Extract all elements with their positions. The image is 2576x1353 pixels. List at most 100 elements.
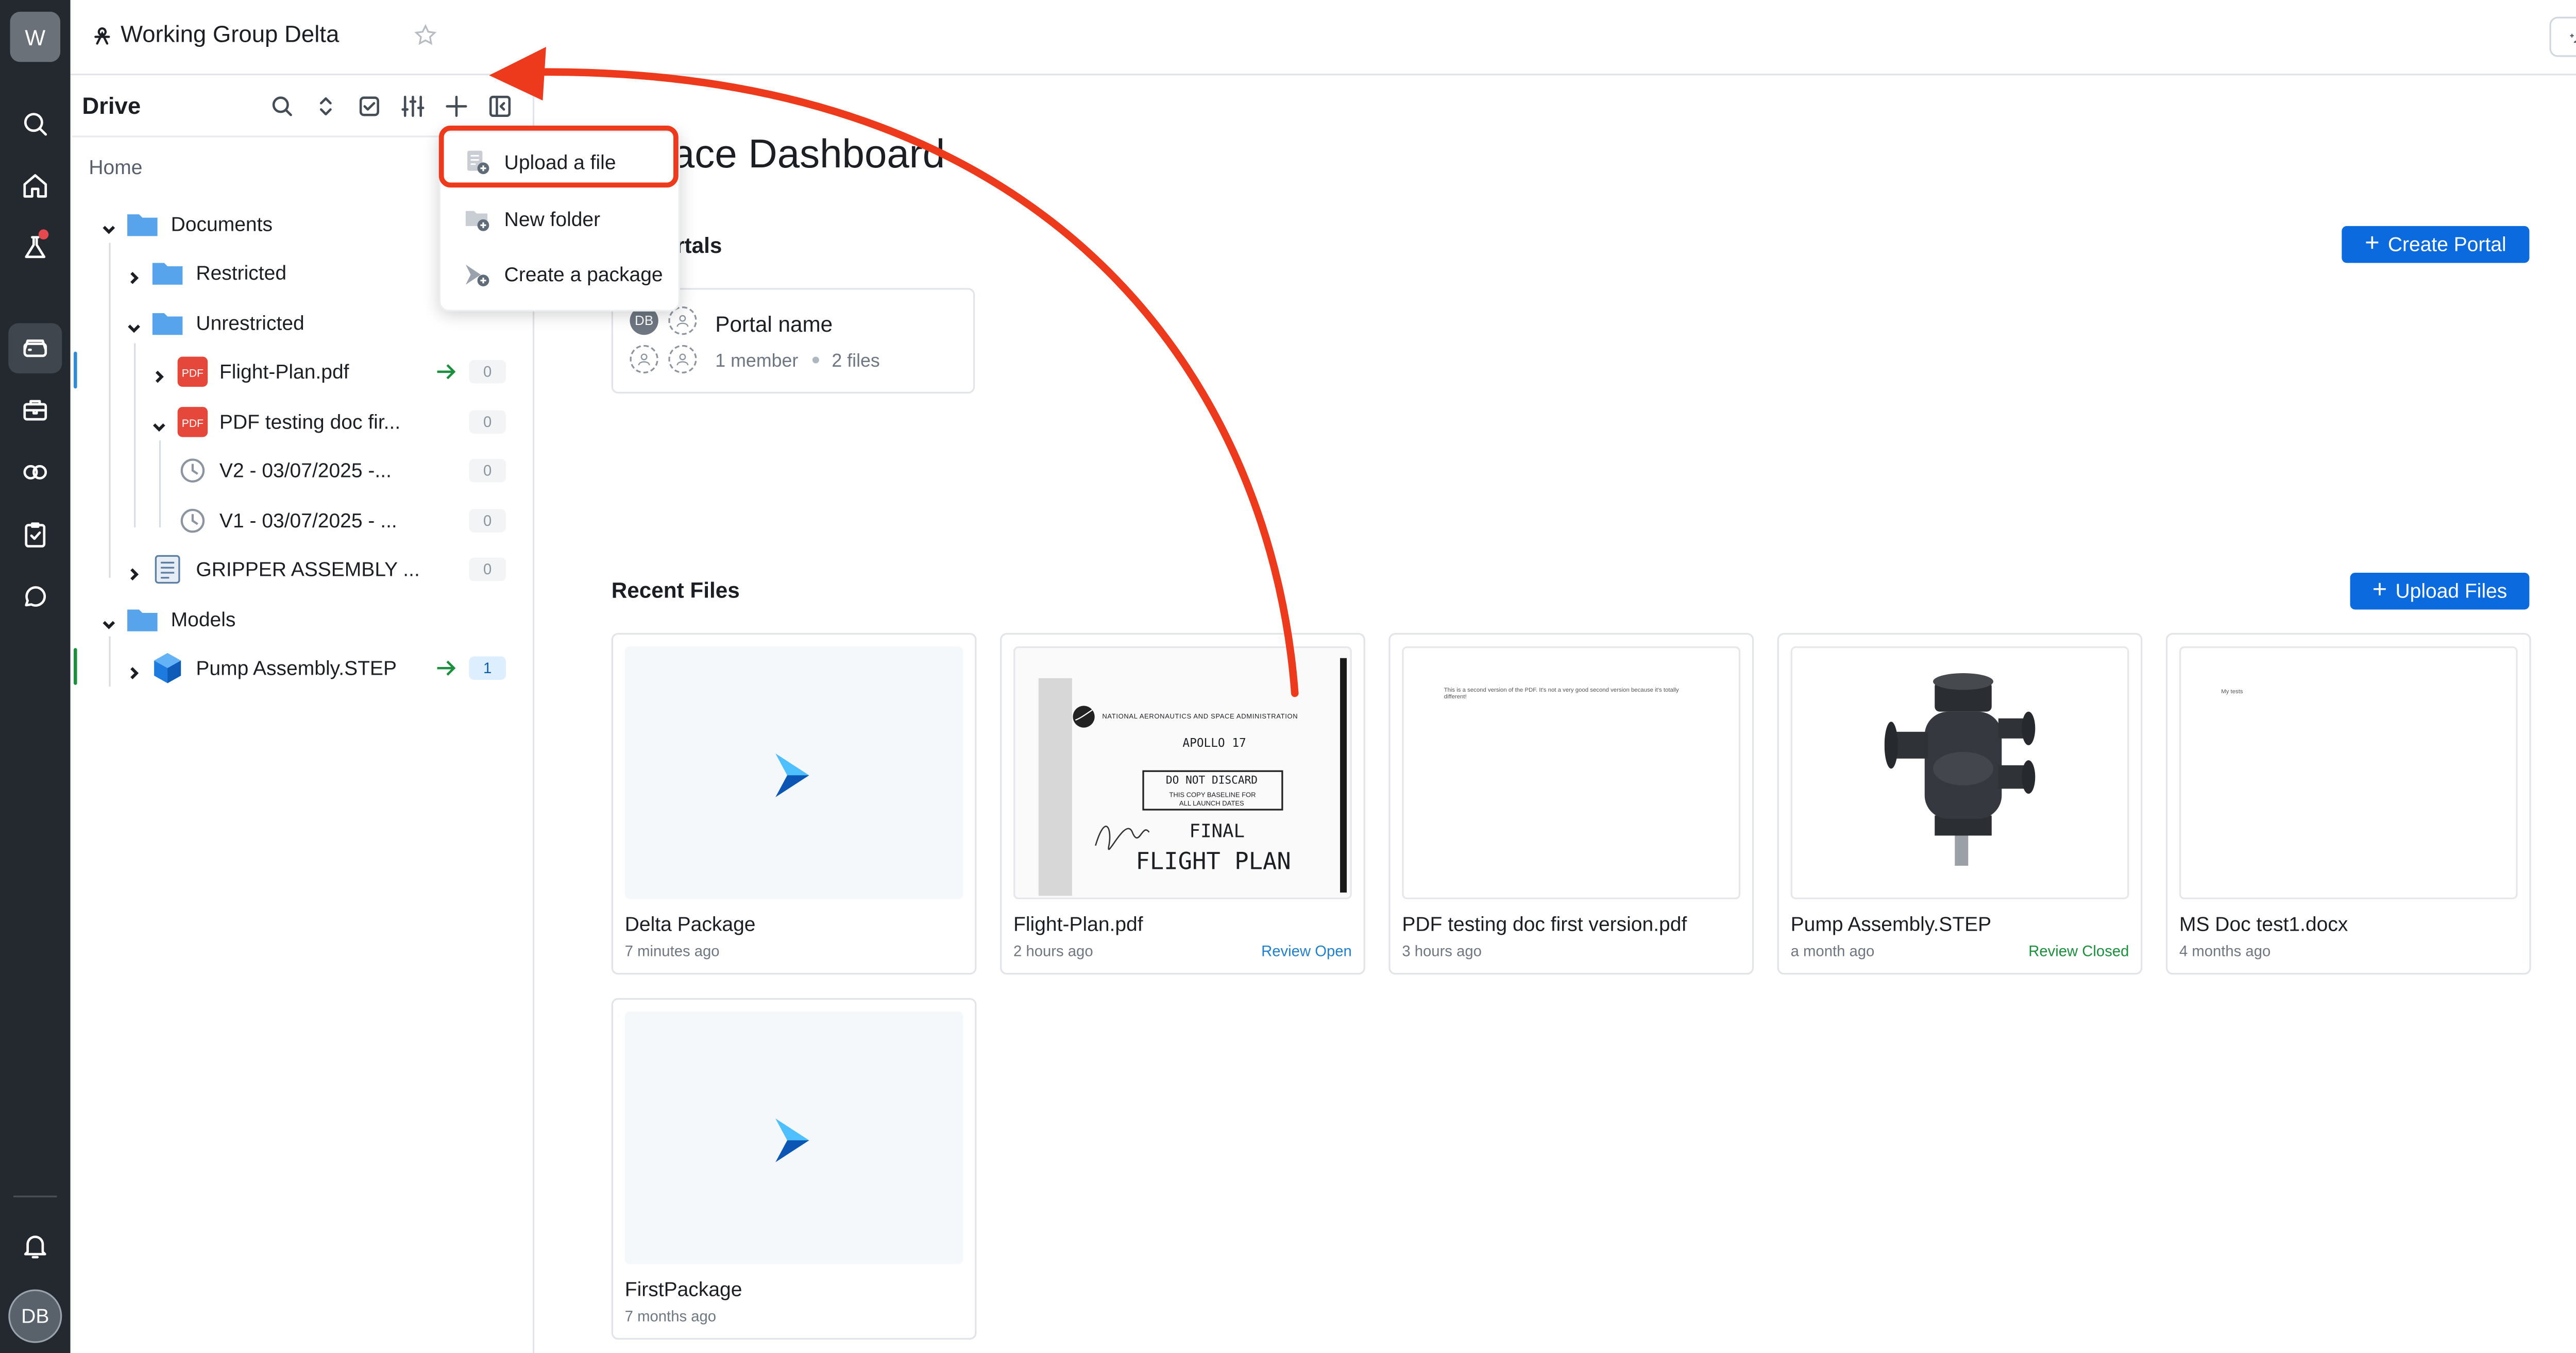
folder-icon bbox=[127, 609, 158, 631]
package-logo-icon bbox=[775, 1118, 809, 1162]
package-icon bbox=[155, 555, 180, 584]
file-time: 7 minutes ago bbox=[624, 943, 720, 960]
chevron-down-icon[interactable] bbox=[151, 414, 168, 432]
svg-text:PDF: PDF bbox=[182, 418, 204, 430]
clipboard-check-icon[interactable] bbox=[8, 509, 62, 559]
flask-icon[interactable] bbox=[8, 222, 62, 273]
file-time: 3 hours ago bbox=[1402, 943, 1482, 960]
select-checkbox-icon[interactable] bbox=[353, 91, 384, 121]
chat-icon[interactable] bbox=[8, 571, 62, 622]
dashboard-main: kspace Dashboard t Portals + Create Port… bbox=[534, 75, 2576, 1353]
signature-scribble bbox=[1095, 826, 1150, 850]
top-bar: Working Group Delta 1 bbox=[70, 0, 2576, 76]
portal-name: Portal name bbox=[715, 311, 833, 337]
home-icon[interactable] bbox=[8, 161, 62, 211]
file-name: Pump Assembly.STEP bbox=[1790, 912, 1992, 936]
members-button[interactable]: 1 bbox=[2549, 16, 2576, 57]
upload-files-button[interactable]: + Upload Files bbox=[2350, 572, 2530, 610]
chevron-right-icon[interactable] bbox=[126, 265, 143, 284]
chevron-down-icon[interactable] bbox=[100, 216, 117, 234]
portal-icon[interactable] bbox=[8, 447, 62, 498]
tree-label: Documents bbox=[171, 212, 273, 236]
tree-item-gripper-assembly[interactable]: GRIPPER ASSEMBLY ... 0 bbox=[72, 546, 533, 593]
working-group-icon bbox=[94, 27, 110, 45]
menu-item-new-folder[interactable]: New folder bbox=[440, 193, 679, 243]
stamp-text: DO NOT DISCARD bbox=[1165, 774, 1258, 787]
arrow-right-icon bbox=[437, 660, 456, 676]
add-person-icon bbox=[2570, 33, 2576, 43]
tree-label: GRIPPER ASSEMBLY ... bbox=[196, 557, 420, 581]
comment-count-badge: 0 bbox=[469, 509, 506, 533]
create-portal-button[interactable]: + Create Portal bbox=[2342, 226, 2530, 263]
file-time: 7 months ago bbox=[624, 1308, 717, 1325]
separator-dot bbox=[811, 356, 819, 364]
chevron-down-icon[interactable] bbox=[126, 315, 143, 333]
app-rail: W DB bbox=[0, 0, 71, 1353]
tree-item-pdf-testing[interactable]: PDF PDF testing doc fir... 0 bbox=[72, 399, 533, 446]
tree-item-models[interactable]: Models bbox=[72, 596, 533, 643]
collapse-sidebar-icon[interactable] bbox=[484, 91, 515, 121]
pdf-file-icon: PDF bbox=[177, 407, 208, 437]
tree-label: Restricted bbox=[196, 261, 287, 285]
review-status: Review Closed bbox=[2028, 943, 2129, 960]
user-avatar[interactable]: DB bbox=[8, 1289, 62, 1343]
apollo-text: APOLLO 17 bbox=[1182, 737, 1246, 750]
recent-files-heading: Recent Files bbox=[611, 577, 740, 603]
file-name: PDF testing doc first version.pdf bbox=[1402, 912, 1687, 936]
folder-icon bbox=[152, 263, 183, 285]
scan-margin bbox=[1038, 678, 1072, 896]
star-icon[interactable] bbox=[414, 24, 437, 47]
tree-item-version-v2[interactable]: V2 - 03/07/2025 -... 0 bbox=[72, 447, 533, 494]
file-card[interactable]: This is a second version of the PDF. It'… bbox=[1388, 632, 1754, 975]
nasa-header-text: NATIONAL AERONAUTICS AND SPACE ADMINISTR… bbox=[1102, 711, 1298, 721]
plus-icon: + bbox=[2372, 576, 2387, 605]
add-icon[interactable] bbox=[440, 91, 471, 121]
chevron-right-icon[interactable] bbox=[126, 561, 143, 581]
file-thumbnail bbox=[624, 646, 963, 899]
file-card[interactable]: FirstPackage 7 months ago bbox=[611, 998, 977, 1340]
chevron-right-icon[interactable] bbox=[151, 364, 168, 383]
portal-members: 1 member bbox=[715, 351, 799, 372]
tree-item-pump-assembly[interactable]: Pump Assembly.STEP 1 bbox=[72, 645, 533, 692]
comment-count-badge: 0 bbox=[469, 458, 506, 483]
file-name: MS Doc test1.docx bbox=[2179, 912, 2348, 936]
search-icon[interactable] bbox=[8, 99, 62, 149]
tree-item-version-v1[interactable]: V1 - 03/07/2025 - ... 0 bbox=[72, 498, 533, 544]
file-name: FirstPackage bbox=[624, 1277, 742, 1301]
file-card[interactable]: My tests MS Doc test1.docx 4 months ago bbox=[2165, 632, 2531, 975]
file-card[interactable]: NATIONAL AERONAUTICS AND SPACE ADMINISTR… bbox=[1000, 632, 1365, 975]
expand-collapse-icon[interactable] bbox=[310, 91, 340, 121]
filter-sliders-icon[interactable] bbox=[397, 91, 428, 121]
file-thumbnail: This is a second version of the PDF. It'… bbox=[1402, 646, 1741, 899]
folder-icon bbox=[152, 313, 183, 335]
empty-member-icon bbox=[668, 345, 697, 374]
drive-icon[interactable] bbox=[8, 323, 62, 374]
workspace-switcher[interactable]: W bbox=[10, 11, 61, 62]
tree-label: Pump Assembly.STEP bbox=[196, 656, 397, 680]
svg-text:PDF: PDF bbox=[182, 368, 204, 380]
final-text: FINAL bbox=[1189, 820, 1245, 843]
create-package-icon bbox=[465, 264, 489, 286]
search-icon[interactable] bbox=[266, 91, 297, 121]
pump-model-render bbox=[1884, 673, 2036, 866]
chevron-down-icon[interactable] bbox=[100, 611, 117, 629]
tree-label: V2 - 03/07/2025 -... bbox=[219, 458, 392, 483]
menu-label: New folder bbox=[504, 208, 601, 231]
file-card[interactable]: Pump Assembly.STEP a month ago Review Cl… bbox=[1777, 632, 2143, 975]
comment-count-badge: 0 bbox=[469, 557, 506, 581]
menu-item-create-package[interactable]: Create a package bbox=[440, 248, 679, 298]
file-time: 4 months ago bbox=[2179, 943, 2271, 960]
file-name: Flight-Plan.pdf bbox=[1013, 912, 1143, 936]
file-card[interactable]: Delta Package 7 minutes ago bbox=[611, 632, 977, 975]
tree-item-flight-plan[interactable]: PDF Flight-Plan.pdf 0 bbox=[72, 348, 533, 395]
file-thumbnail: My tests bbox=[2179, 646, 2518, 899]
preview-text: This is a second version of the PDF. It'… bbox=[1444, 687, 1679, 700]
button-label: Create Portal bbox=[2387, 232, 2506, 256]
drive-title: Drive bbox=[82, 92, 141, 119]
bell-icon[interactable] bbox=[8, 1221, 62, 1271]
chevron-right-icon[interactable] bbox=[126, 660, 143, 679]
pdf-file-icon: PDF bbox=[177, 356, 208, 387]
working-group-title: Working Group Delta bbox=[121, 20, 340, 47]
home-breadcrumb[interactable]: Home bbox=[89, 156, 142, 179]
briefcase-icon[interactable] bbox=[8, 385, 62, 436]
